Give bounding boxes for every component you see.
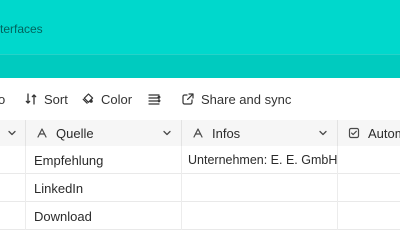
cell-infos[interactable]	[182, 174, 338, 202]
cell-automa[interactable]	[338, 174, 400, 202]
column-header-quelle-label: Quelle	[56, 125, 94, 141]
sort-button[interactable]: Sort	[24, 90, 68, 108]
text-field-icon	[36, 127, 48, 139]
cell-infos[interactable]	[182, 202, 338, 230]
column-header-quelle[interactable]: Quelle	[26, 120, 182, 146]
chevron-down-icon[interactable]	[6, 127, 18, 139]
toolbar-partial-item[interactable]: o	[0, 90, 8, 108]
column-header-infos[interactable]: Infos	[182, 120, 338, 146]
column-header-automa-label: Automa	[368, 125, 400, 141]
color-label: Color	[101, 91, 133, 107]
toolbar-partial-label: o	[0, 91, 6, 107]
color-button[interactable]: Color	[81, 90, 132, 108]
header-subbar	[0, 54, 400, 78]
sort-label: Sort	[44, 91, 68, 107]
text-field-icon	[192, 127, 204, 139]
cell-quelle[interactable]: Empfehlung	[26, 146, 182, 174]
sort-icon	[24, 92, 38, 106]
share-and-sync-button[interactable]: Share and sync	[181, 90, 291, 108]
table-header: Quelle Infos Auto	[0, 120, 400, 147]
row-height-icon	[147, 92, 161, 106]
table-row[interactable]: Download	[0, 202, 400, 230]
cell-quelle[interactable]: Download	[26, 202, 182, 230]
paint-bucket-icon	[81, 92, 95, 106]
share-and-sync-label: Share and sync	[201, 91, 292, 107]
header-breadcrumb: terfaces	[0, 22, 43, 36]
column-header-left-partial[interactable]	[0, 120, 26, 146]
cell-quelle[interactable]: LinkedIn	[26, 174, 182, 202]
table-row[interactable]: Empfehlung Unternehmen: E. E. GmbH, ...	[0, 146, 400, 174]
cell-left-partial[interactable]	[0, 146, 26, 174]
table-row[interactable]: LinkedIn	[0, 174, 400, 202]
cell-left-partial[interactable]	[0, 202, 26, 230]
app-window: terfaces o Sort Color Share and sync Que…	[0, 0, 400, 250]
external-link-icon	[181, 92, 195, 106]
cell-left-partial[interactable]	[0, 174, 26, 202]
chevron-down-icon[interactable]	[317, 127, 329, 139]
table-body: Empfehlung Unternehmen: E. E. GmbH, ... …	[0, 146, 400, 250]
column-header-infos-label: Infos	[212, 125, 241, 141]
cell-automa[interactable]	[338, 146, 400, 174]
cell-infos[interactable]: Unternehmen: E. E. GmbH, ...	[182, 146, 338, 174]
checkbox-field-icon	[348, 127, 360, 139]
cell-automa[interactable]	[338, 202, 400, 230]
view-toolbar: o Sort Color Share and sync	[0, 78, 400, 121]
row-height-button[interactable]	[147, 90, 167, 108]
column-header-automa[interactable]: Automa	[338, 120, 400, 146]
records-table: Quelle Infos Auto Empfehlung Unternehmen…	[0, 120, 400, 250]
interfaces-header: terfaces	[0, 0, 400, 55]
chevron-down-icon[interactable]	[161, 127, 173, 139]
